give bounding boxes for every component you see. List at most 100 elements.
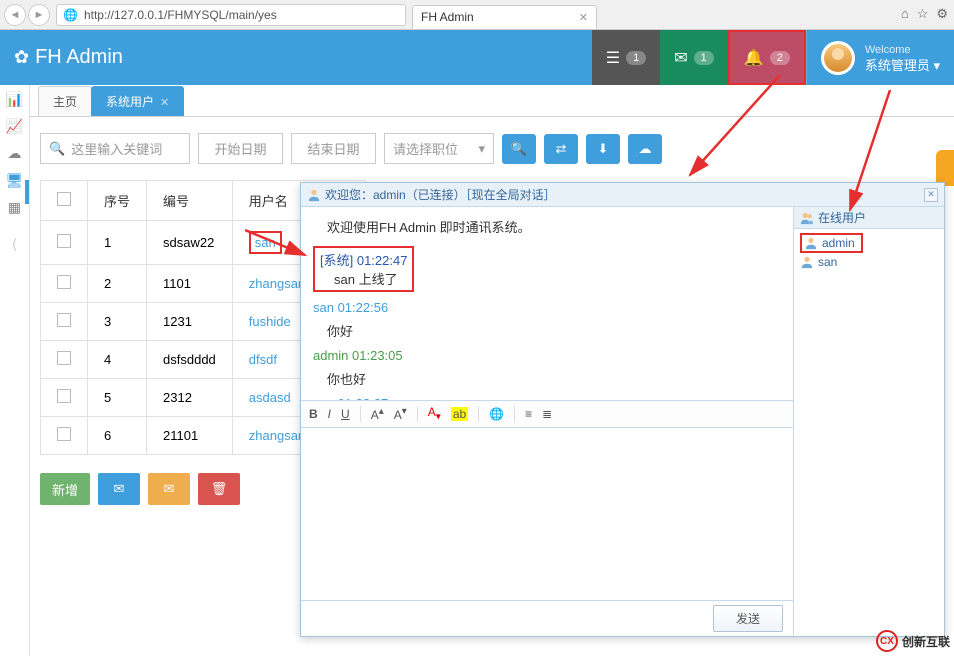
sidebar-cloud-icon[interactable]: ☁ — [8, 145, 22, 162]
sidebar-collapse-icon[interactable]: ⟨ — [12, 236, 17, 253]
italic-button[interactable]: I — [328, 407, 331, 421]
online-user[interactable]: san — [800, 253, 938, 271]
messages-badge: 1 — [694, 51, 714, 65]
chat-msg-body: 你也好 — [313, 369, 781, 388]
online-users-title: 在线用户 — [794, 207, 944, 229]
bars-icon: ☰ — [606, 48, 620, 68]
add-button[interactable]: 新增 — [40, 473, 90, 505]
chevron-down-icon: ▾ — [933, 58, 940, 73]
chevron-down-icon: ▾ — [478, 141, 485, 157]
tab-users[interactable]: 系统用户✕ — [91, 86, 184, 116]
url-bar[interactable]: 🌐 http://127.0.0.1/FHMYSQL/main/yes — [56, 4, 406, 26]
swap-button[interactable]: ⇄ — [544, 134, 578, 164]
emoji-button[interactable]: 🌐 — [489, 407, 504, 421]
notifications-button[interactable]: 🔔 2 — [728, 30, 806, 85]
gear-icon[interactable]: ⚙ — [936, 6, 948, 22]
row-checkbox[interactable] — [57, 234, 71, 248]
end-date-input[interactable]: 结束日期 — [291, 133, 376, 164]
row-checkbox[interactable] — [57, 275, 71, 289]
editor-toolbar: B I U A▴ A▾ A▾ ab 🌐 ≡ ≣ — [301, 400, 793, 428]
toolbar: 🔍 这里输入关键词 开始日期 结束日期 请选择职位 ▾ 🔍 ⇄ ⬇ ☁ — [30, 117, 954, 180]
delete-button[interactable]: 🗑 — [198, 473, 240, 505]
start-date-input[interactable]: 开始日期 — [198, 133, 283, 164]
cell-no: sdsaw22 — [147, 221, 233, 265]
online-users-list: adminsan — [794, 229, 944, 275]
tab-title: FH Admin — [421, 10, 474, 24]
online-user[interactable]: admin — [800, 233, 863, 253]
sidebar-monitor-icon[interactable]: 🖥 — [6, 172, 24, 189]
notifications-badge: 2 — [770, 51, 790, 65]
bold-button[interactable]: B — [309, 407, 318, 421]
user-menu[interactable]: Welcome 系统管理员 ▾ — [806, 30, 954, 85]
sidebar-dashboard-icon[interactable]: 📊 — [6, 91, 23, 108]
col-checkbox — [41, 181, 88, 221]
bell-icon: 🔔 — [744, 48, 764, 68]
sidebar: 📊 📈 ☁ 🖥 ▦ ⟨ — [0, 85, 30, 656]
chat-window: 欢迎您：admin（已连接）［现在全局对话］ ✕ 欢迎使用FH Admin 即时… — [300, 182, 945, 637]
checkbox-all[interactable] — [57, 192, 71, 206]
position-select[interactable]: 请选择职位 ▾ — [384, 133, 494, 164]
sidebar-chart-icon[interactable]: 📈 — [6, 118, 23, 135]
list-ol-button[interactable]: ≡ — [525, 407, 532, 421]
cell-seq: 2 — [88, 265, 147, 303]
tab-home[interactable]: 主页 — [38, 86, 92, 116]
side-tab[interactable] — [936, 150, 954, 186]
search-input[interactable]: 🔍 这里输入关键词 — [40, 133, 190, 164]
search-icon: 🔍 — [49, 141, 65, 157]
cell-no: 2312 — [147, 379, 233, 417]
star-icon[interactable]: ☆ — [917, 6, 929, 22]
app-header: ✿ FH Admin ☰ 1 ✉ 1 🔔 2 Welcome 系统管理员 ▾ — [0, 30, 954, 85]
welcome-label: Welcome — [865, 44, 911, 56]
search-button[interactable]: 🔍 — [502, 134, 536, 164]
chat-messages: 欢迎使用FH Admin 即时通讯系统。 [系统] 01:22:47san 上线… — [301, 207, 793, 400]
messages-button[interactable]: ✉ 1 — [660, 30, 728, 85]
cell-seq: 4 — [88, 341, 147, 379]
app-name: FH Admin — [35, 46, 123, 69]
cloud-button[interactable]: ☁ — [628, 134, 662, 164]
user-icon — [307, 188, 321, 202]
tab-close-icon[interactable]: ✕ — [579, 11, 588, 24]
cell-seq: 1 — [88, 221, 147, 265]
tab-bar: 主页 系统用户✕ — [30, 85, 954, 117]
home-icon[interactable]: ⌂ — [901, 6, 909, 22]
cell-no: 1101 — [147, 265, 233, 303]
watermark-logo-icon: CX — [876, 630, 898, 652]
cell-no: 21101 — [147, 417, 233, 455]
mail-button[interactable]: ✉ — [98, 473, 140, 505]
user-role: 系统管理员 — [865, 58, 930, 73]
send-button[interactable]: 发送 — [713, 605, 783, 632]
browser-tab[interactable]: FH Admin ✕ — [412, 5, 597, 29]
cell-seq: 6 — [88, 417, 147, 455]
chat-title-text: 欢迎您：admin（已连接）［现在全局对话］ — [325, 186, 556, 203]
forward-button[interactable]: ► — [28, 4, 50, 26]
row-checkbox[interactable] — [57, 427, 71, 441]
sidebar-grid-icon[interactable]: ▦ — [8, 199, 21, 216]
download-button[interactable]: ⬇ — [586, 134, 620, 164]
envelope-icon: ✉ — [674, 48, 687, 68]
mail2-button[interactable]: ✉ — [148, 473, 190, 505]
cell-no: 1231 — [147, 303, 233, 341]
chat-close-button[interactable]: ✕ — [924, 188, 938, 202]
message-input[interactable] — [301, 428, 793, 601]
row-checkbox[interactable] — [57, 389, 71, 403]
font-color-button[interactable]: A▾ — [428, 405, 441, 422]
chat-titlebar[interactable]: 欢迎您：admin（已连接）［现在全局对话］ ✕ — [301, 183, 944, 207]
row-checkbox[interactable] — [57, 313, 71, 327]
avatar-icon — [821, 41, 855, 75]
list-ul-button[interactable]: ≣ — [542, 407, 552, 421]
fontsize-up-button[interactable]: A▴ — [371, 406, 384, 422]
underline-button[interactable]: U — [341, 407, 350, 421]
globe-icon: 🌐 — [63, 8, 78, 22]
chat-msg-body: 你好 — [313, 321, 781, 340]
chat-welcome: 欢迎使用FH Admin 即时通讯系统。 — [313, 217, 781, 236]
col-no: 编号 — [147, 181, 233, 221]
fontsize-down-button[interactable]: A▾ — [394, 406, 407, 422]
tab-close-icon[interactable]: ✕ — [160, 97, 169, 109]
menu-toggle[interactable]: ☰ 1 — [592, 30, 660, 85]
users-icon — [800, 211, 814, 225]
chat-msg-head: admin 01:23:05 — [313, 348, 781, 363]
chat-msg-head: san 01:22:56 — [313, 300, 781, 315]
highlight-button[interactable]: ab — [451, 407, 468, 421]
back-button[interactable]: ◄ — [4, 4, 26, 26]
row-checkbox[interactable] — [57, 351, 71, 365]
